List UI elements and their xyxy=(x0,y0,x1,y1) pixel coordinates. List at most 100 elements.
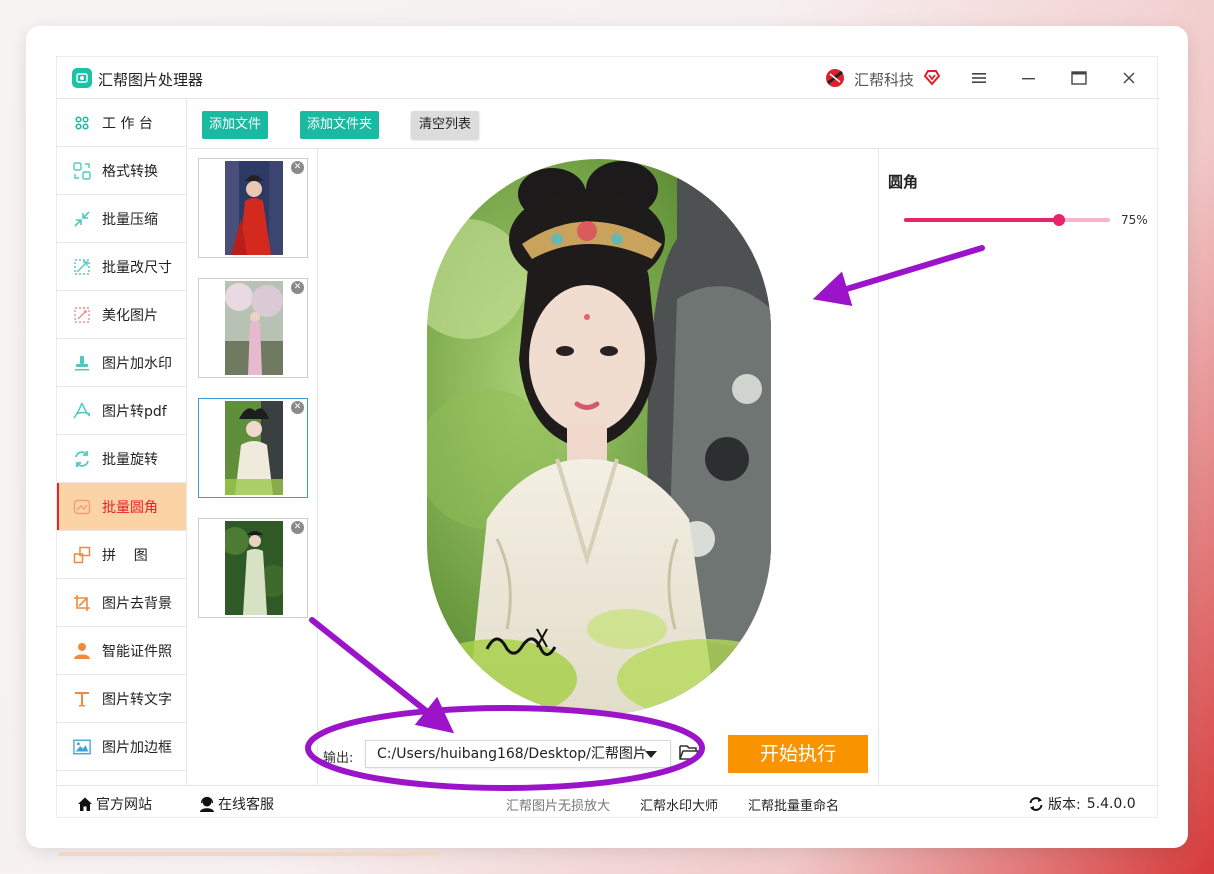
sidebar-item-label: 批量旋转 xyxy=(102,451,158,468)
app-title: 汇帮图片处理器 xyxy=(98,71,204,89)
corner-radius-value: 75% xyxy=(1121,213,1148,227)
rotate-icon xyxy=(73,450,91,468)
sidebar-item-label: 图片加水印 xyxy=(102,355,172,372)
online-support-link[interactable]: 在线客服 xyxy=(199,794,274,814)
slider-handle[interactable] xyxy=(1052,214,1065,226)
sidebar-item-rotate[interactable]: 批量旋转 xyxy=(57,435,186,483)
sidebar-item-collage[interactable]: 拼 图 xyxy=(57,531,186,579)
maximize-button[interactable] xyxy=(1065,65,1093,91)
menu-button[interactable] xyxy=(965,65,993,91)
minimize-button[interactable] xyxy=(1015,65,1043,91)
sidebar-item-remove-bg[interactable]: 图片去背景 xyxy=(57,579,186,627)
headset-icon xyxy=(200,796,214,812)
thumbnail-item[interactable]: ✕ xyxy=(198,398,308,498)
sidebar-item-label: 格式转换 xyxy=(102,163,158,180)
sidebar-item-beautify[interactable]: 美化图片 xyxy=(57,291,186,339)
pdf-icon xyxy=(73,402,91,420)
bottom-bar: 官方网站 在线客服 汇帮图片无损放大 汇帮水印大师 汇帮批量重命名 版本: 5.… xyxy=(57,785,1159,819)
preview-photo xyxy=(427,159,771,715)
sidebar-item-workbench[interactable]: 工 作 台 xyxy=(57,99,186,147)
vip-heart-icon[interactable] xyxy=(923,68,941,86)
version-label: 版本: xyxy=(1048,797,1081,813)
remove-thumbnail-button[interactable]: ✕ xyxy=(291,161,304,174)
preview-area xyxy=(319,149,879,785)
collage-icon xyxy=(73,546,91,564)
output-label: 输出: xyxy=(323,751,354,766)
sidebar-item-to-pdf[interactable]: 图片转pdf xyxy=(57,387,186,435)
version-info[interactable]: 版本: 5.4.0.0 xyxy=(1028,794,1136,814)
brand-name: 汇帮科技 xyxy=(854,71,915,89)
corner-radius-slider[interactable] xyxy=(904,214,1110,226)
thumbnail-item[interactable]: ✕ xyxy=(198,278,308,378)
minimize-icon xyxy=(1022,78,1035,80)
sidebar-item-compress[interactable]: 批量压缩 xyxy=(57,195,186,243)
app-logo-icon xyxy=(72,68,92,88)
sidebar-item-resize[interactable]: 批量改尺寸 xyxy=(57,243,186,291)
sidebar-item-label: 批量改尺寸 xyxy=(102,259,172,276)
sidebar-item-id-photo[interactable]: 智能证件照 xyxy=(57,627,186,675)
title-bar: 汇帮图片处理器 汇帮科技 xyxy=(57,57,1159,99)
thumbnail-image xyxy=(225,161,283,255)
sidebar: 工 作 台 格式转换 批量压缩 批量改尺寸 美化图片 图片加水印 图片转pdf xyxy=(57,99,187,785)
sidebar-item-label: 图片转文字 xyxy=(102,691,172,708)
official-website-label: 官方网站 xyxy=(96,797,152,813)
thumbnail-image xyxy=(225,521,283,615)
crop-icon xyxy=(73,594,91,612)
remove-thumbnail-button[interactable]: ✕ xyxy=(291,521,304,534)
sidebar-item-label: 智能证件照 xyxy=(102,643,172,660)
frame-icon xyxy=(73,738,91,756)
watermark-icon xyxy=(73,354,91,372)
add-file-button[interactable]: 添加文件 xyxy=(202,111,269,139)
close-icon xyxy=(1123,72,1135,84)
sidebar-item-label: 图片去背景 xyxy=(102,595,172,612)
start-button[interactable]: 开始执行 xyxy=(728,735,868,773)
brand-logo-icon xyxy=(826,69,844,87)
sidebar-item-add-frame[interactable]: 图片加边框 xyxy=(57,723,186,771)
toolbar: 添加文件 添加文件夹 清空列表 xyxy=(188,99,1159,149)
horizontal-scrollbar[interactable] xyxy=(58,852,440,856)
remove-thumbnail-button[interactable]: ✕ xyxy=(291,401,304,414)
clear-list-button[interactable]: 清空列表 xyxy=(411,111,480,139)
sidebar-item-label: 图片转pdf xyxy=(102,403,167,420)
output-path-select[interactable]: C:/Users/huibang168/Desktop/汇帮图片 xyxy=(365,740,671,768)
sidebar-item-watermark[interactable]: 图片加水印 xyxy=(57,339,186,387)
thumbnail-item[interactable]: ✕ xyxy=(198,518,308,618)
thumbnail-image xyxy=(225,281,283,375)
sidebar-item-label: 批量压缩 xyxy=(102,211,158,228)
convert-icon xyxy=(73,161,91,180)
remove-thumbnail-button[interactable]: ✕ xyxy=(291,281,304,294)
link-batch-rename[interactable]: 汇帮批量重命名 xyxy=(748,795,839,814)
home-icon xyxy=(78,797,92,811)
official-website-link[interactable]: 官方网站 xyxy=(77,794,152,814)
close-button[interactable] xyxy=(1115,65,1143,91)
maximize-icon xyxy=(1071,71,1087,85)
hamburger-icon xyxy=(972,73,986,83)
add-folder-button[interactable]: 添加文件夹 xyxy=(300,111,380,139)
thumbnail-list: ✕ ✕ ✕ ✕ xyxy=(188,149,318,785)
sidebar-item-label: 拼 图 xyxy=(102,547,148,564)
sidebar-item-label: 美化图片 xyxy=(102,307,158,324)
rounded-corner-icon xyxy=(73,498,91,516)
link-watermark-master[interactable]: 汇帮水印大师 xyxy=(640,795,718,814)
resize-icon xyxy=(73,258,91,276)
sidebar-item-to-text[interactable]: 图片转文字 xyxy=(57,675,186,723)
link-lossless-upscale[interactable]: 汇帮图片无损放大 xyxy=(506,795,610,814)
beautify-icon xyxy=(73,306,91,324)
person-icon xyxy=(73,642,91,660)
corner-radius-title: 圆角 xyxy=(888,173,919,191)
grid-icon xyxy=(73,114,91,132)
open-folder-icon[interactable] xyxy=(679,743,699,761)
app-window: 汇帮图片处理器 汇帮科技 工 作 台 格式转换 批量压缩 批量改尺寸 美化图片 … xyxy=(56,56,1159,819)
rounded-preview-image xyxy=(427,159,771,715)
sidebar-item-label: 图片加边框 xyxy=(102,739,172,756)
sidebar-item-label: 工 作 台 xyxy=(102,115,153,132)
compress-icon xyxy=(73,210,91,228)
sidebar-item-rounded-corner[interactable]: 批量圆角 xyxy=(57,483,186,531)
online-support-label: 在线客服 xyxy=(218,797,274,813)
version-number: 5.4.0.0 xyxy=(1086,796,1136,812)
thumbnail-item[interactable]: ✕ xyxy=(198,158,308,258)
sidebar-item-format-convert[interactable]: 格式转换 xyxy=(57,147,186,195)
refresh-icon xyxy=(1029,797,1043,811)
slider-fill xyxy=(904,218,1059,222)
chevron-down-icon[interactable] xyxy=(645,751,657,758)
